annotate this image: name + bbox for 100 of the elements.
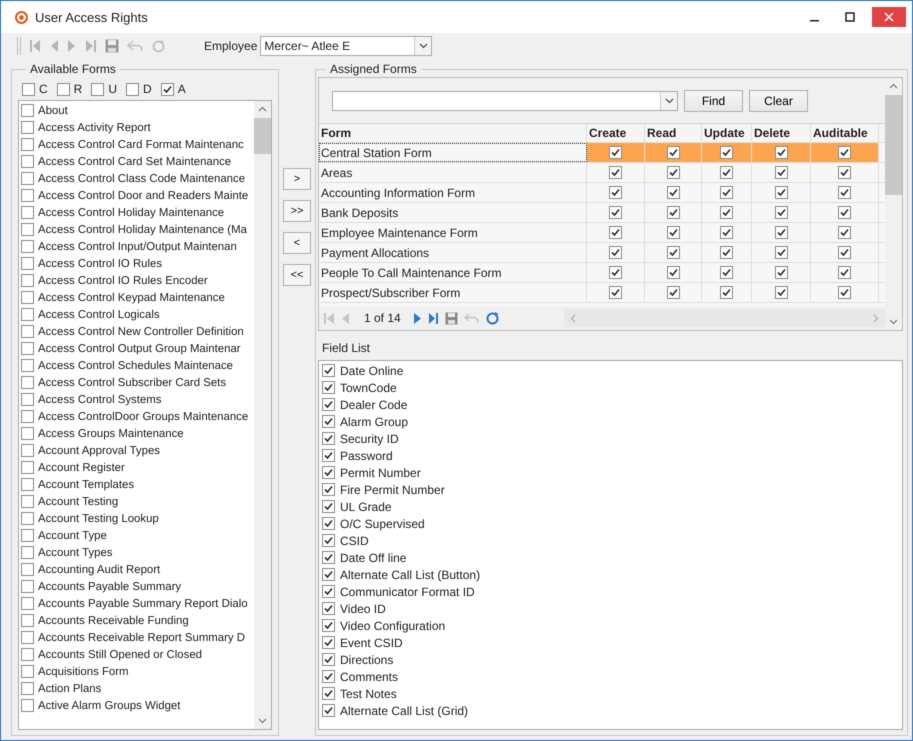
form-list-item[interactable]: Accounts Still Opened or Closed [38, 648, 202, 660]
checked-checkbox[interactable] [322, 653, 335, 666]
form-list-item[interactable]: Account Types [38, 546, 113, 558]
form-list-item[interactable]: Accounts Payable Summary [38, 580, 182, 592]
form-list-item[interactable]: Active Alarm Groups Widget [38, 700, 180, 712]
field-list-item[interactable]: Communicator Format ID [340, 584, 475, 598]
checked-checkbox[interactable] [322, 670, 335, 683]
checked-checkbox[interactable] [609, 166, 622, 179]
checked-checkbox[interactable] [322, 636, 335, 649]
field-list-item[interactable]: Alternate Call List (Grid) [340, 704, 468, 718]
field-list-item[interactable]: Date Off line [340, 550, 406, 564]
move-button[interactable]: > [283, 168, 311, 190]
checkbox[interactable] [21, 325, 34, 338]
checkbox[interactable] [21, 699, 34, 712]
field-list-item[interactable]: Password [340, 448, 393, 462]
checked-checkbox[interactable] [666, 166, 680, 179]
checked-checkbox[interactable] [322, 364, 335, 377]
field-list-item[interactable]: Directions [340, 652, 394, 666]
checkbox[interactable] [21, 461, 34, 474]
find-button[interactable]: Find [684, 90, 743, 112]
form-list-item[interactable]: Access Control Systems [38, 394, 162, 406]
checkbox[interactable] [21, 257, 34, 270]
checkbox[interactable] [21, 393, 34, 406]
checkbox[interactable] [21, 495, 34, 508]
form-list-item[interactable]: Access Control New Controller Definition [38, 326, 244, 338]
column-header[interactable]: Create [587, 124, 645, 142]
checked-checkbox[interactable] [774, 186, 788, 199]
table-row[interactable]: Central Station Form [319, 143, 885, 163]
checkbox[interactable] [21, 410, 34, 423]
checked-checkbox[interactable] [774, 206, 788, 219]
checkbox[interactable] [21, 665, 34, 678]
form-list-item[interactable]: Access Control IO Rules [38, 258, 162, 270]
form-list-item[interactable]: Acquisitions Form [38, 666, 129, 678]
checked-checkbox[interactable] [666, 206, 680, 219]
checkbox[interactable] [21, 104, 34, 117]
form-list-item[interactable]: Access Activity Report [38, 122, 151, 134]
checkbox[interactable] [21, 291, 34, 304]
save-icon[interactable] [444, 312, 458, 324]
checked-checkbox[interactable] [322, 602, 335, 615]
checked-checkbox[interactable] [774, 166, 788, 179]
form-list-item[interactable]: Access Control Output Group Maintenar [38, 342, 241, 354]
checkbox[interactable] [21, 546, 34, 559]
employee-dropdown[interactable]: Mercer~ Atlee E [260, 36, 432, 56]
table-row[interactable]: Accounting Information Form [319, 183, 885, 203]
column-header[interactable]: Auditable [811, 124, 879, 142]
field-list-item[interactable]: Test Notes [340, 686, 397, 700]
checked-checkbox[interactable] [609, 226, 622, 239]
checked-checkbox[interactable] [666, 286, 680, 299]
field-list-item[interactable]: CSID [340, 534, 369, 548]
checked-checkbox[interactable] [774, 266, 788, 279]
form-list-item[interactable]: Action Plans [38, 682, 102, 694]
checked-checkbox[interactable] [666, 246, 680, 259]
form-list-item[interactable]: Access Control Logicals [38, 308, 160, 320]
checkbox[interactable] [21, 155, 34, 168]
field-list-item[interactable]: TownCode [340, 380, 397, 394]
form-list-item[interactable]: Access Control Holiday Maintenance (Ma [38, 224, 247, 236]
checked-checkbox[interactable] [720, 266, 733, 279]
checkbox[interactable] [21, 308, 34, 321]
form-list-item[interactable]: Access Control IO Rules Encoder [38, 274, 208, 286]
form-list-item[interactable]: Account Register [38, 462, 125, 474]
checkbox[interactable] [21, 121, 34, 134]
form-list-item[interactable]: Accounts Receivable Report Summary D [38, 632, 246, 644]
checked-checkbox[interactable] [322, 483, 335, 496]
checked-checkbox[interactable] [322, 619, 335, 632]
checked-checkbox[interactable] [720, 186, 733, 199]
checkbox[interactable] [21, 597, 34, 610]
checked-checkbox[interactable] [322, 551, 335, 564]
checked-checkbox[interactable] [838, 206, 851, 219]
form-list-item[interactable]: Access Groups Maintenance [38, 428, 184, 440]
checked-checkbox[interactable] [322, 381, 335, 394]
checkbox[interactable] [21, 512, 34, 525]
checked-checkbox[interactable] [322, 517, 335, 530]
checked-checkbox[interactable] [322, 704, 335, 717]
checkbox[interactable] [21, 631, 34, 644]
form-list-item[interactable]: About [38, 104, 68, 116]
vertical-scrollbar[interactable] [254, 101, 271, 729]
checked-checkbox[interactable] [838, 286, 851, 299]
checked-checkbox[interactable] [322, 534, 335, 547]
form-list-item[interactable]: Account Type [38, 530, 107, 542]
checkbox[interactable] [22, 82, 35, 96]
form-list-item[interactable]: Access Control Card Set Maintenance [38, 156, 232, 168]
field-list-item[interactable]: Video Configuration [340, 618, 446, 632]
checkbox[interactable] [21, 580, 34, 593]
column-header[interactable]: Delete [752, 124, 811, 142]
column-header[interactable]: Update [702, 124, 752, 142]
checkbox[interactable] [21, 206, 34, 219]
form-list-item[interactable]: Account Approval Types [38, 444, 160, 456]
checkbox[interactable] [21, 138, 34, 151]
field-list-item[interactable]: Event CSID [340, 636, 403, 650]
form-list-item[interactable]: Accounts Payable Summary Report Dialo [38, 598, 248, 610]
field-list-item[interactable]: Permit Number [340, 466, 421, 480]
search-dropdown[interactable] [332, 90, 678, 110]
checked-checkbox[interactable] [322, 415, 335, 428]
checkbox[interactable] [21, 342, 34, 355]
form-list-item[interactable]: Account Templates [38, 478, 134, 490]
checkbox[interactable] [21, 563, 34, 576]
checked-checkbox[interactable] [774, 146, 788, 159]
checked-checkbox[interactable] [838, 146, 851, 159]
field-list-item[interactable]: Alternate Call List (Button) [340, 568, 480, 582]
next-page-icon[interactable] [412, 312, 422, 324]
